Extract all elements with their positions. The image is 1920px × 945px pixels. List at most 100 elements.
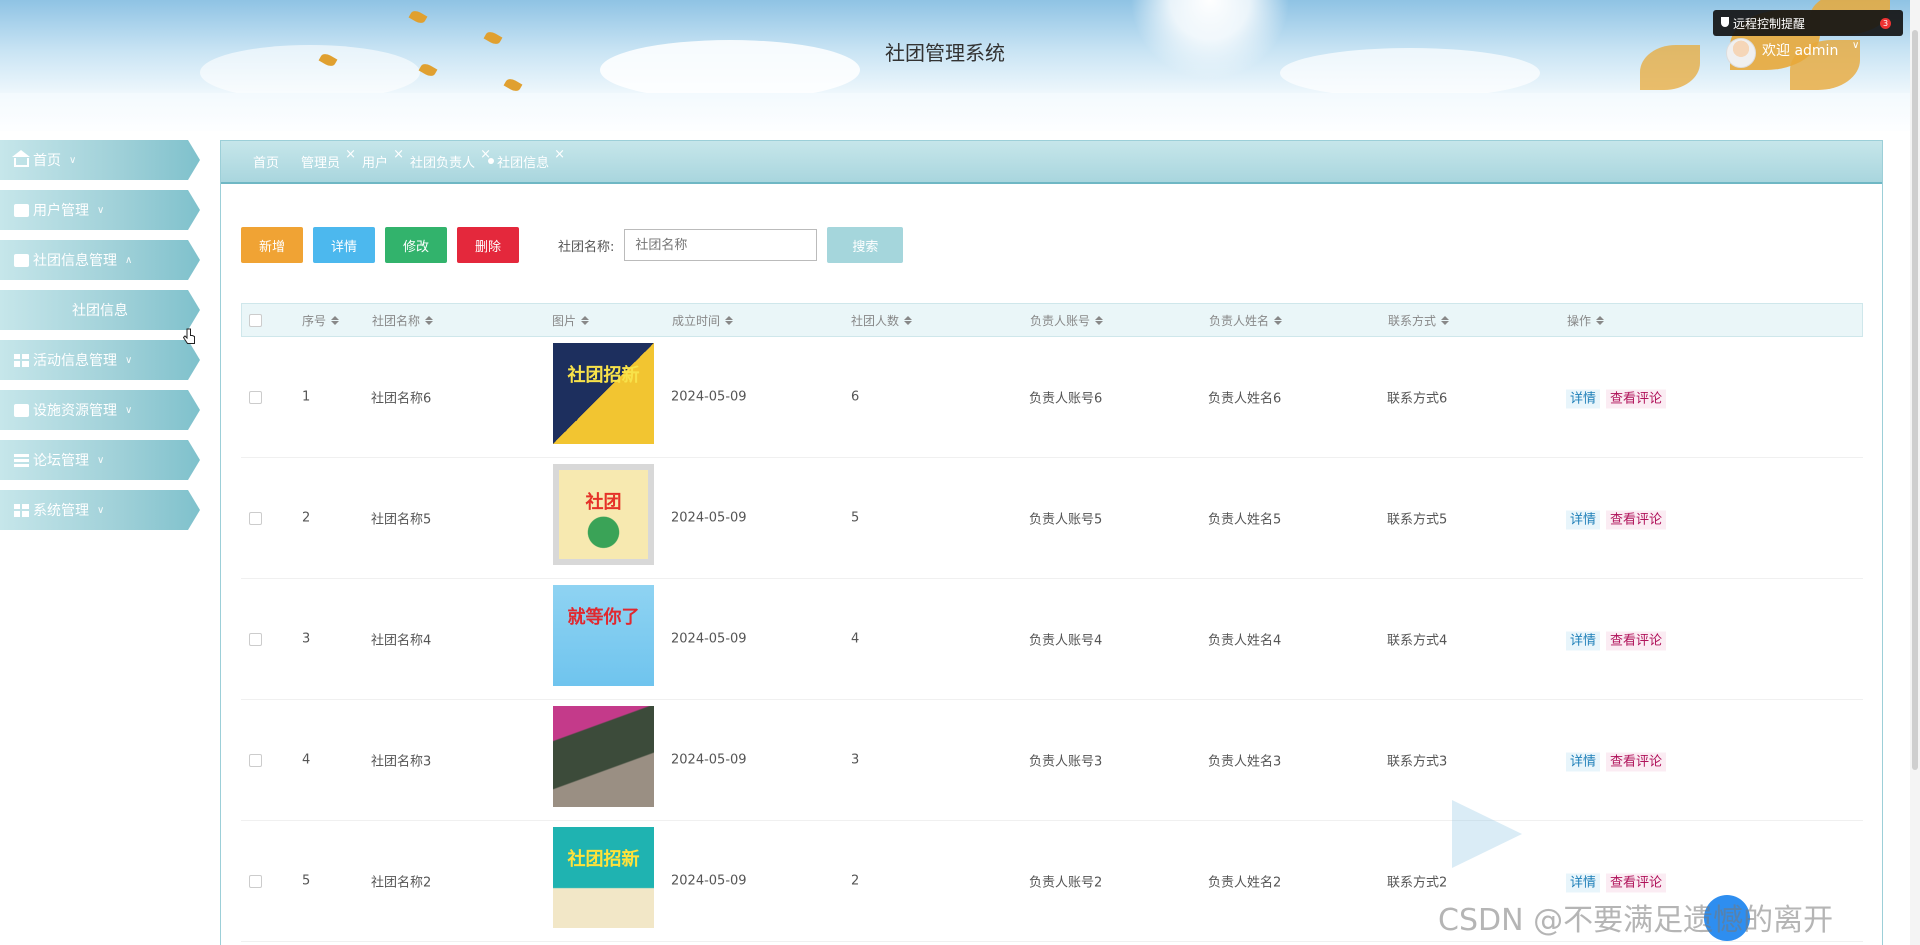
cell-count: 6 — [851, 389, 860, 405]
column-header-count[interactable]: 社团人数 — [851, 312, 913, 329]
chevron-down-icon: ∨ — [97, 454, 105, 466]
add-button[interactable]: 新增 — [241, 227, 303, 263]
cell-date: 2024-05-09 — [671, 510, 747, 526]
column-header-date[interactable]: 成立时间 — [672, 312, 734, 329]
row-checkbox[interactable] — [249, 391, 262, 404]
sidebar-item-activity-management[interactable]: 活动信息管理 ∨ — [0, 340, 200, 380]
select-all-checkbox[interactable] — [249, 314, 262, 327]
row-checkbox[interactable] — [249, 754, 262, 767]
table-row[interactable]: 4 社团名称3 2024-05-09 3 负责人账号3 负责人姓名3 联系方式3… — [241, 700, 1863, 821]
cell-person: 负责人姓名5 — [1208, 512, 1282, 528]
play-overlay-decoration — [1452, 800, 1522, 868]
grid-icon — [14, 503, 29, 517]
club-name-search-input[interactable] — [624, 229, 818, 261]
search-button[interactable]: 搜索 — [827, 227, 904, 263]
cell-no: 2 — [302, 510, 311, 526]
sidebar-item-forum-management[interactable]: 论坛管理 ∨ — [0, 440, 200, 480]
close-icon[interactable]: × — [345, 147, 356, 162]
chevron-up-icon: ∧ — [125, 254, 133, 266]
detail-button[interactable]: 详情 — [313, 227, 375, 263]
cell-name: 社团名称6 — [371, 391, 432, 407]
row-comment-button[interactable]: 查看评论 — [1606, 873, 1667, 893]
tab-label: 首页 — [253, 156, 280, 171]
header-label: 社团名称 — [372, 313, 421, 328]
row-comment-button[interactable]: 查看评论 — [1606, 510, 1667, 530]
row-checkbox[interactable] — [249, 875, 262, 888]
column-header-account[interactable]: 负责人账号 — [1030, 312, 1104, 329]
club-image[interactable]: 就等你了 — [553, 585, 654, 686]
sidebar-menu: 首页 ∨ 用户管理 ∨ 社团信息管理 ∧ 社团信息 活动信息管理 ∨ 设施资源管… — [0, 140, 200, 540]
table-row[interactable]: 1 社团名称6 社团招新 2024-05-09 6 负责人账号6 负责人姓名6 … — [241, 337, 1863, 458]
sort-icon — [1441, 315, 1450, 325]
sort-icon — [425, 315, 434, 325]
sidebar-item-club-info-management[interactable]: 社团信息管理 ∧ — [0, 240, 200, 280]
close-icon[interactable]: × — [554, 147, 565, 162]
column-header-actions[interactable]: 操作 — [1567, 312, 1605, 329]
club-image[interactable]: 社团招新 — [553, 343, 654, 444]
cell-contact: 联系方式5 — [1387, 512, 1448, 528]
sort-icon — [331, 315, 340, 325]
table-row[interactable]: 3 社团名称4 就等你了 2024-05-09 4 负责人账号4 负责人姓名4 … — [241, 579, 1863, 700]
user-avatar[interactable] — [1726, 38, 1756, 68]
close-icon[interactable]: × — [393, 147, 404, 162]
cell-person: 负责人姓名2 — [1208, 875, 1282, 891]
watermark: CSDN @不要满足遗憾的离开 — [1438, 903, 1834, 938]
chevron-down-icon: ∨ — [125, 404, 133, 416]
cell-account: 负责人账号5 — [1029, 512, 1103, 528]
sidebar-item-home[interactable]: 首页 ∨ — [0, 140, 200, 180]
tab-bar: 首页 管理员 × 用户 × 社团负责人 × 社团信息 × — [221, 141, 1882, 184]
edit-button[interactable]: 修改 — [385, 227, 447, 263]
row-checkbox[interactable] — [249, 633, 262, 646]
cell-account: 负责人账号3 — [1029, 754, 1103, 770]
tab-club-leader[interactable]: 社团负责人 × — [410, 147, 491, 171]
sort-icon — [1274, 315, 1283, 325]
scrollbar-thumb[interactable] — [1912, 30, 1918, 770]
table-row[interactable]: 2 社团名称5 社团 2024-05-09 5 负责人账号5 负责人姓名5 联系… — [241, 458, 1863, 579]
sidebar-item-label: 活动信息管理 — [33, 353, 117, 369]
sidebar-item-user-management[interactable]: 用户管理 ∨ — [0, 190, 200, 230]
club-image[interactable] — [553, 706, 654, 807]
cell-date: 2024-05-09 — [671, 873, 747, 889]
cell-count: 5 — [851, 510, 860, 526]
row-detail-button[interactable]: 详情 — [1566, 510, 1601, 530]
column-header-name[interactable]: 社团名称 — [372, 312, 434, 329]
tab-label: 管理员 — [301, 156, 341, 171]
action-toolbar: 新增 详情 修改 删除 社团名称: 搜索 — [241, 227, 904, 263]
row-detail-button[interactable]: 详情 — [1566, 873, 1601, 893]
chevron-down-icon: ∨ — [97, 504, 105, 516]
tab-club-info[interactable]: 社团信息 × — [488, 147, 565, 171]
cloud-decoration — [1280, 48, 1540, 93]
row-detail-button[interactable]: 详情 — [1566, 389, 1601, 409]
club-image[interactable]: 社团招新 — [553, 827, 654, 928]
row-detail-button[interactable]: 详情 — [1566, 752, 1601, 772]
tab-home[interactable]: 首页 — [253, 152, 279, 171]
header-subbar — [0, 93, 1910, 131]
welcome-user-menu[interactable]: 欢迎 admin — [1762, 40, 1838, 60]
row-comment-button[interactable]: 查看评论 — [1606, 631, 1667, 651]
sidebar-item-facility-management[interactable]: 设施资源管理 ∨ — [0, 390, 200, 430]
tab-admin[interactable]: 管理员 × — [301, 147, 356, 171]
delete-button[interactable]: 删除 — [457, 227, 519, 263]
column-header-image[interactable]: 图片 — [552, 312, 590, 329]
remote-control-notice[interactable]: 远程控制提醒 3 — [1713, 10, 1903, 36]
column-header-contact[interactable]: 联系方式 — [1388, 312, 1450, 329]
column-header-person[interactable]: 负责人姓名 — [1209, 312, 1283, 329]
tab-user[interactable]: 用户 × — [362, 147, 404, 171]
row-checkbox[interactable] — [249, 512, 262, 525]
row-comment-button[interactable]: 查看评论 — [1606, 752, 1667, 772]
column-header-no[interactable]: 序号 — [302, 312, 340, 329]
club-image[interactable]: 社团 — [553, 464, 654, 565]
sidebar-item-system-management[interactable]: 系统管理 ∨ — [0, 490, 200, 530]
header-label: 负责人姓名 — [1209, 313, 1270, 328]
cell-contact: 联系方式4 — [1387, 633, 1448, 649]
sort-icon — [904, 315, 913, 325]
row-comment-button[interactable]: 查看评论 — [1606, 389, 1667, 409]
remote-notice-label: 远程控制提醒 — [1733, 17, 1806, 31]
cell-account: 负责人账号4 — [1029, 633, 1103, 649]
sort-icon — [581, 315, 590, 325]
sort-icon — [1095, 315, 1104, 325]
row-detail-button[interactable]: 详情 — [1566, 631, 1601, 651]
chevron-down-icon[interactable]: ∨ — [1852, 40, 1859, 51]
sidebar-subitem-club-info[interactable]: 社团信息 — [0, 290, 200, 330]
sidebar-item-label: 首页 — [33, 153, 61, 169]
